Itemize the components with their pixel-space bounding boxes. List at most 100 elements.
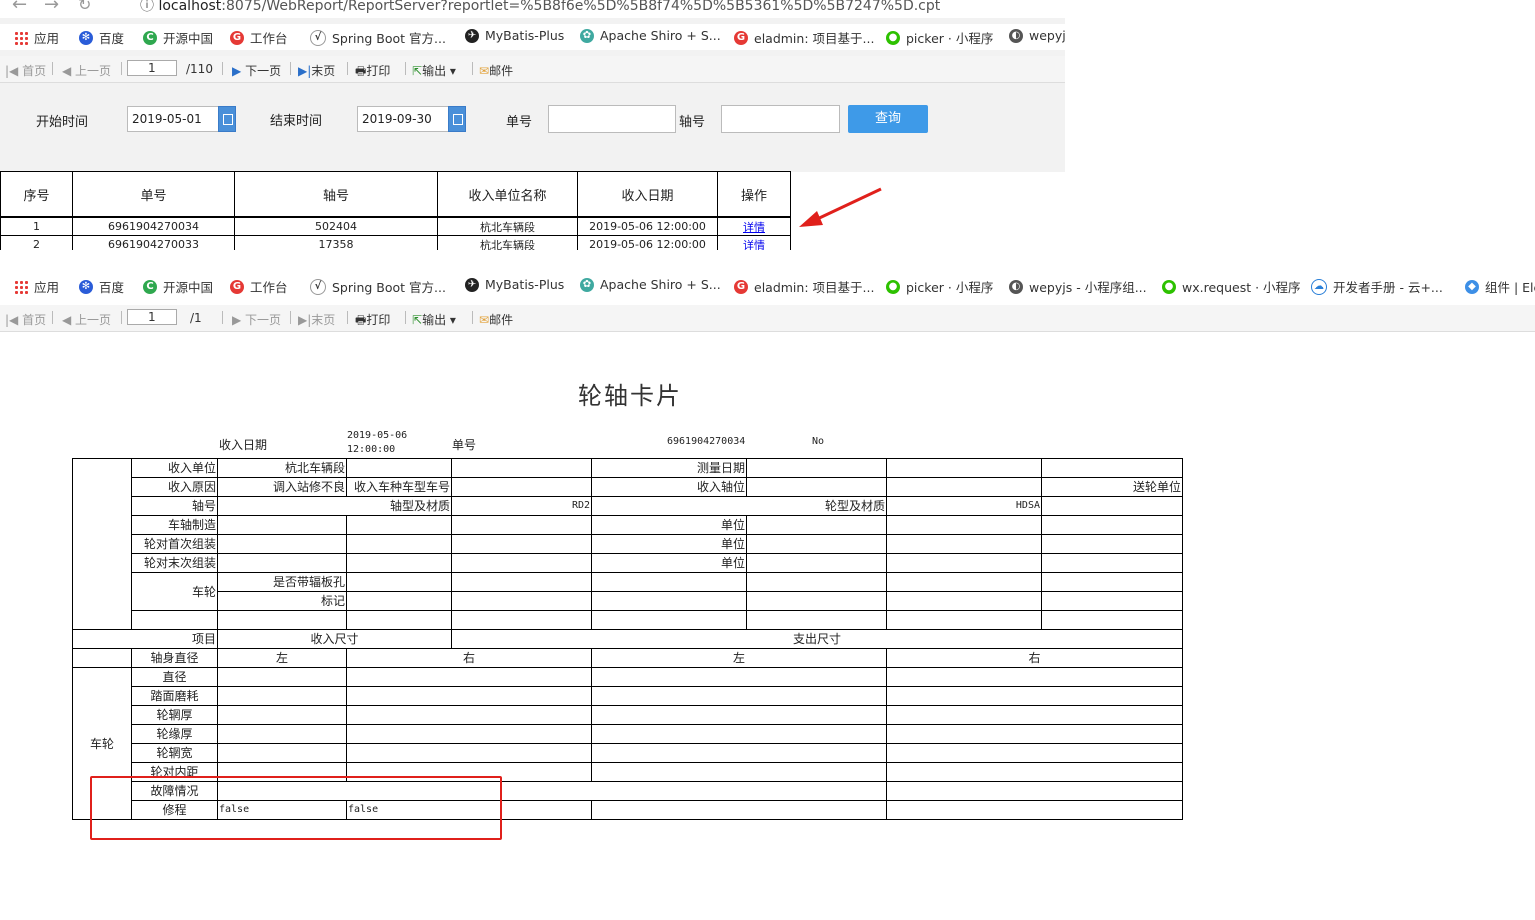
cell [217,724,347,744]
bookmark-shiro[interactable]: ✿ Apache Shiro + S... [580,28,721,43]
cell [217,610,347,630]
card-title: 轮轴卡片 [578,382,682,410]
red-highlight-box [90,776,502,840]
last-page-button[interactable]: ▶|末页 [298,311,335,328]
toolbar-divider [347,62,348,75]
cell [1041,610,1183,630]
cell: 502404 [234,216,438,236]
no-label: No [812,436,825,447]
card-row: 车轮 直径 [72,667,1183,820]
last-page-button[interactable]: ▶|末页 [298,62,335,79]
toolbar-divider [52,311,53,324]
bookmark-oschina[interactable]: C 开源中国 [143,28,213,47]
bookmark-wepy[interactable]: ◐ wepyj [1009,28,1065,43]
card-row: 轮辋宽 [73,743,1183,763]
bookmark-wepyjs[interactable]: ◐ wepyjs - 小程序组... [1009,277,1147,296]
bookmark-workbench[interactable]: G 工作台 [230,28,288,47]
toolbar-divider [472,62,473,75]
search-button[interactable]: 查询 [848,105,928,133]
wechat-icon: ● [1162,279,1176,294]
table-row: 1 6961904270034 502404 杭北车辆段 2019-05-06 … [0,216,791,236]
prev-page-button[interactable]: ◀ 上一页 [62,62,111,79]
cell [346,705,592,725]
cell [591,743,887,763]
cell [451,553,592,573]
bookmark-dev-manual[interactable]: ☁ 开发者手册 - 云+... [1311,277,1443,296]
first-page-button[interactable]: |◀ 首页 [5,311,46,328]
cell: 左 [591,648,887,668]
bookmark-spring-boot[interactable]: √ Spring Boot 官方... [310,28,446,47]
bookmark-oschina[interactable]: C 开源中国 [143,277,213,296]
bookmark-baidu[interactable]: ✻ 百度 [79,277,124,296]
bookmark-apps[interactable]: 应用 [14,277,59,296]
first-page-button[interactable]: |◀ 首页 [5,62,46,79]
export-dropdown[interactable]: ⇱输出 ▾ [412,62,456,79]
print-button[interactable]: 🖶打印 [355,311,390,332]
bookmark-wx-request[interactable]: ● wx.request · 小程序 [1162,277,1301,296]
back-arrow-icon[interactable]: ← [12,0,27,15]
page-number-input[interactable]: 1 [127,309,177,325]
cell [1041,496,1183,516]
mail-button[interactable]: ✉邮件 [479,311,513,328]
end-time-input[interactable]: 2019-09-30 [357,106,449,132]
prev-page-button[interactable]: ◀ 上一页 [62,311,111,328]
cell [1041,591,1183,611]
col-header: 序号 [0,171,73,218]
cell [346,534,452,554]
cell [346,458,452,478]
cell: 踏面磨耗 [131,686,218,706]
axle-no-input[interactable] [721,105,840,133]
cell [746,572,887,592]
col-header: 收入单位名称 [437,171,578,218]
bookmark-spring-boot[interactable]: √ Spring Boot 官方... [310,277,446,296]
cell [886,667,1183,687]
cell [886,762,1183,782]
reload-icon[interactable]: ↻ [78,0,91,14]
globe-icon: ◐ [1009,279,1023,294]
bookmark-mybatis[interactable]: ✈ MyBatis-Plus [465,277,564,292]
forward-arrow-icon[interactable]: → [44,0,59,15]
printer-icon: 🖶 [355,313,367,327]
cell [591,591,747,611]
gitee-icon: G [230,30,244,45]
card-row: 轴身直径 左 右 左 右 [72,648,1183,668]
print-button[interactable]: 🖶打印 [355,62,390,83]
cell: 收入单位 [131,458,218,478]
start-time-label: 开始时间 [36,115,89,130]
cell: 支出尺寸 [451,629,1183,649]
next-page-button[interactable]: ▶ 下一页 [232,311,281,328]
bookmark-shiro[interactable]: ✿ Apache Shiro + S... [580,277,721,292]
cell: RD2 [451,496,592,516]
bookmark-eladmin[interactable]: Geladmin: 项目基于... [734,28,874,47]
bookmark-picker[interactable]: ● picker · 小程序 [886,277,993,296]
axle-card-table: 收入单位 杭北车辆段 测量日期 收入原因 调入站修不良 收入车种车型车号 收入轴… [72,458,1183,820]
oschina-icon: C [143,279,157,294]
order-value: 6961904270034 [667,436,746,447]
cell: 调入站修不良 [217,477,347,497]
detail-link[interactable]: 详情 [743,221,765,234]
bookmark-workbench[interactable]: G 工作台 [230,277,288,296]
address-bar[interactable]: ← → ↻ ⓘ localhost:8075/WebReport/ReportS… [0,0,1065,18]
toolbar-divider [405,311,406,324]
bookmark-baidu[interactable]: ✻ 百度 [79,28,124,47]
toolbar-divider [405,62,406,75]
page-number-input[interactable]: 1 [127,60,177,76]
mail-button[interactable]: ✉邮件 [479,62,513,79]
calendar-icon[interactable] [218,106,236,132]
bookmark-element[interactable]: ◆组件 | Ele [1465,277,1535,296]
export-icon: ⇱ [412,313,423,327]
cell [886,781,1183,801]
next-page-button[interactable]: ▶ 下一页 [232,62,281,79]
cell [217,743,347,763]
end-time-label: 结束时间 [270,114,323,129]
bookmark-apps[interactable]: 应用 [14,28,59,47]
calendar-icon[interactable] [448,106,466,132]
bookmark-mybatis[interactable]: ✈ MyBatis-Plus [465,28,564,43]
bookmark-eladmin[interactable]: Geladmin: 项目基于... [734,277,874,296]
bookmark-picker[interactable]: ● picker · 小程序 [886,28,993,47]
export-dropdown[interactable]: ⇱输出 ▾ [412,311,456,328]
order-no-input[interactable] [548,105,676,133]
cell [217,705,347,725]
start-time-input[interactable]: 2019-05-01 [127,106,219,132]
cell: 收入原因 [131,477,218,497]
